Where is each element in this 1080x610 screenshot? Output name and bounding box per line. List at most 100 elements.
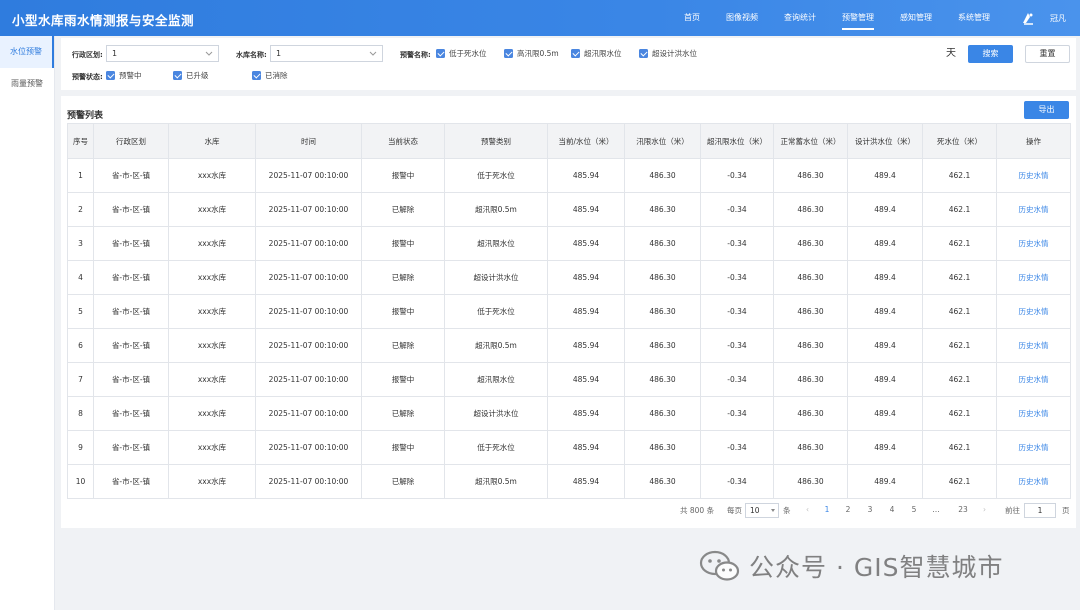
sidebar-item-rainfall-warning[interactable]: 雨量预警 xyxy=(0,68,54,100)
column-header: 行政区划 xyxy=(93,123,169,159)
warning-name-checkbox-below-dead[interactable]: 低于死水位 xyxy=(436,48,487,59)
table-cell: 2025-11-07 00:10:00 xyxy=(255,158,362,193)
page-5[interactable]: 5 xyxy=(907,505,921,514)
caret-down-icon xyxy=(771,509,775,512)
warning-list-panel: 预警列表 导出 序号 行政区划 水库 时间 当前状态 预警类别 当前/水位（米） 汛限水位（米… xyxy=(61,96,1076,528)
page-23[interactable]: 23 xyxy=(955,505,971,514)
prev-page-button[interactable]: ‹ xyxy=(806,505,809,514)
table-cell: 报警中 xyxy=(361,362,445,397)
table-cell: 超汛限0.5m xyxy=(444,464,548,499)
table-cell: xxx水库 xyxy=(168,158,256,193)
table-cell: 486.30 xyxy=(624,362,701,397)
table-cell: 省-市-区-镇 xyxy=(93,260,169,295)
checkbox-checked-icon xyxy=(571,49,580,58)
total-count: 共 800 条 xyxy=(680,506,715,515)
nav-item-system[interactable]: 系统管理 xyxy=(958,0,990,36)
sidebar-item-water-level-warning[interactable]: 水位预警 xyxy=(0,36,54,68)
column-header: 死水位（米） xyxy=(922,123,997,159)
status-checkbox-warning[interactable]: 预警中 xyxy=(106,70,142,81)
next-page-button[interactable]: › xyxy=(983,505,986,514)
table-cell: 462.1 xyxy=(922,430,997,465)
table-header-row: 序号 行政区划 水库 时间 当前状态 预警类别 当前/水位（米） 汛限水位（米） 超汛限水位（米… xyxy=(67,123,1071,159)
page-2[interactable]: 2 xyxy=(841,505,855,514)
table-cell: 省-市-区-镇 xyxy=(93,158,169,193)
table-cell: 489.4 xyxy=(847,192,923,227)
table-cell: 低于死水位 xyxy=(444,430,548,465)
table-cell: 报警中 xyxy=(361,226,445,261)
history-link[interactable]: 历史水情 xyxy=(996,192,1071,227)
history-link[interactable]: 历史水情 xyxy=(996,362,1071,397)
history-link[interactable]: 历史水情 xyxy=(996,464,1071,499)
table-cell: 2025-11-07 00:10:00 xyxy=(255,328,362,363)
user-menu[interactable]: 冠凡 xyxy=(1020,0,1066,36)
search-button[interactable]: 搜索 xyxy=(968,45,1013,63)
checkbox-checked-icon xyxy=(504,49,513,58)
table-cell: 486.30 xyxy=(773,328,848,363)
column-header: 超汛限水位（米） xyxy=(700,123,774,159)
nav-item-video[interactable]: 图像视频 xyxy=(726,0,758,36)
table-cell: 462.1 xyxy=(922,396,997,431)
status-label: 预警状态: xyxy=(72,73,103,81)
checkbox-label: 预警中 xyxy=(119,71,142,80)
history-link[interactable]: 历史水情 xyxy=(996,226,1071,261)
history-link[interactable]: 历史水情 xyxy=(996,294,1071,329)
table-cell: 1 xyxy=(67,158,94,193)
page-3[interactable]: 3 xyxy=(863,505,877,514)
reset-button[interactable]: 重置 xyxy=(1025,45,1070,63)
table-row: 3 省-市-区-镇 xxx水库 2025-11-07 00:10:00 报警中 超汛限水位… xyxy=(67,226,1071,261)
table-cell: 2 xyxy=(67,192,94,227)
status-checkbox-cleared[interactable]: 已消除 xyxy=(252,70,288,81)
table-cell: 报警中 xyxy=(361,430,445,465)
goto-page-input[interactable]: 1 xyxy=(1024,503,1056,518)
sidebar: 水位预警 雨量预警 xyxy=(0,36,55,610)
table-cell: -0.34 xyxy=(700,328,774,363)
table-cell: 省-市-区-镇 xyxy=(93,294,169,329)
reservoir-select[interactable]: 1 xyxy=(270,45,383,62)
table-cell: 省-市-区-镇 xyxy=(93,362,169,397)
page-1[interactable]: 1 xyxy=(820,505,834,514)
per-page-label: 每页 xyxy=(727,506,742,515)
warning-name-checkbox-over-design[interactable]: 超设计洪水位 xyxy=(639,48,697,59)
per-page-value: 10 xyxy=(750,506,760,515)
table-cell: 省-市-区-镇 xyxy=(93,396,169,431)
history-link[interactable]: 历史水情 xyxy=(996,260,1071,295)
table-cell: 486.30 xyxy=(624,158,701,193)
history-link[interactable]: 历史水情 xyxy=(996,396,1071,431)
table-cell: 2025-11-07 00:10:00 xyxy=(255,294,362,329)
warning-name-checkbox-over-limit[interactable]: 超汛限水位 xyxy=(571,48,622,59)
chevron-down-icon xyxy=(205,51,213,56)
table-cell: -0.34 xyxy=(700,464,774,499)
history-link[interactable]: 历史水情 xyxy=(996,158,1071,193)
page-ellipsis[interactable]: … xyxy=(929,505,943,514)
table-cell: 486.30 xyxy=(773,158,848,193)
nav-item-query[interactable]: 查询统计 xyxy=(784,0,816,36)
table-cell: 低于死水位 xyxy=(444,294,548,329)
table-cell: 462.1 xyxy=(922,294,997,329)
per-page-select[interactable]: 10 xyxy=(745,503,779,518)
table-cell: 462.1 xyxy=(922,260,997,295)
collapse-icon[interactable]: 天 xyxy=(946,48,958,60)
table-cell: 报警中 xyxy=(361,294,445,329)
user-name: 冠凡 xyxy=(1050,13,1066,23)
history-link[interactable]: 历史水情 xyxy=(996,430,1071,465)
table-cell: 486.30 xyxy=(624,464,701,499)
export-button[interactable]: 导出 xyxy=(1024,101,1069,119)
nav-item-sensing[interactable]: 感知管理 xyxy=(900,0,932,36)
history-link[interactable]: 历史水情 xyxy=(996,328,1071,363)
table-cell: 485.94 xyxy=(547,464,625,499)
table-cell: 485.94 xyxy=(547,328,625,363)
nav-item-home[interactable]: 首页 xyxy=(684,0,700,36)
table-cell: 462.1 xyxy=(922,328,997,363)
page-4[interactable]: 4 xyxy=(885,505,899,514)
reservoir-select-value: 1 xyxy=(276,49,282,58)
status-checkbox-upgraded[interactable]: 已升级 xyxy=(173,70,209,81)
pagination: 共 800 条 每页 10 条 ‹ 1 2 3 4 5 … 23 › 前往 1 … xyxy=(61,502,1076,520)
region-select[interactable]: 1 xyxy=(106,45,219,62)
warning-name-checkbox-high-limit[interactable]: 高汛限0.5m xyxy=(504,48,559,59)
nav-item-warning[interactable]: 预警管理 xyxy=(842,0,874,36)
table-cell: 462.1 xyxy=(922,158,997,193)
table-cell: 486.30 xyxy=(773,396,848,431)
table-cell: 485.94 xyxy=(547,362,625,397)
table-cell: -0.34 xyxy=(700,226,774,261)
table-cell: 超汛限0.5m xyxy=(444,192,548,227)
